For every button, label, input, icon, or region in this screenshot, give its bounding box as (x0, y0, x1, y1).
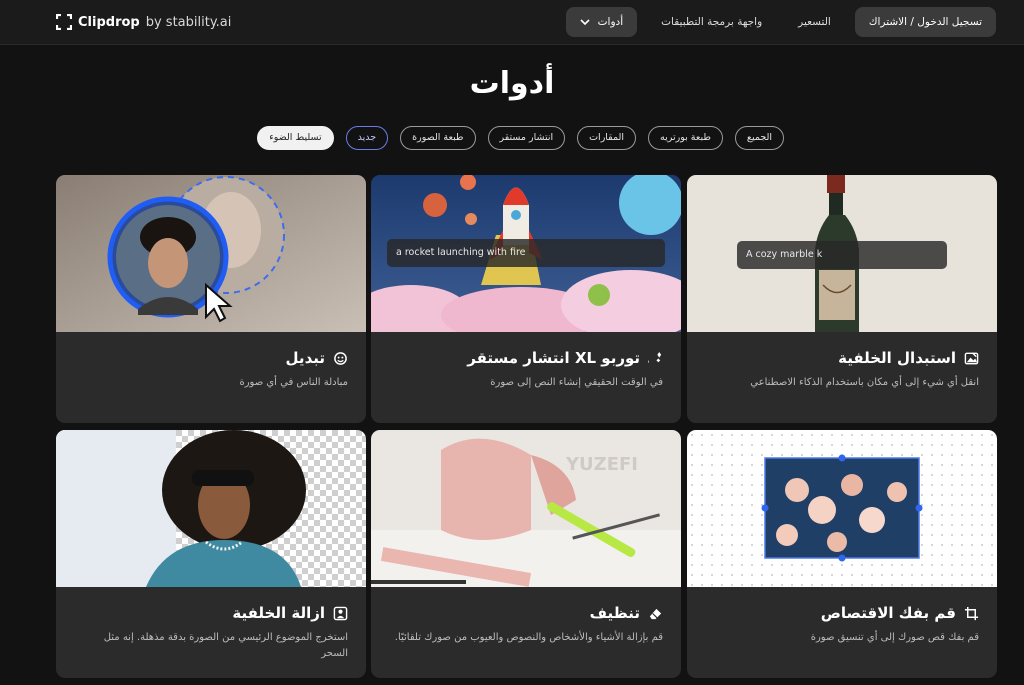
card-title: تنظيف (589, 604, 640, 622)
api-link[interactable]: واجهة برمجة التطبيقات (649, 16, 774, 28)
card-title: استبدال الخلفية (838, 349, 956, 367)
filter-all[interactable]: الجميع (734, 126, 784, 150)
prompt-text-box: A cozy marble k (737, 241, 947, 269)
top-navbar: Clipdrop by stability.ai تسجيل الدخول / … (0, 0, 1024, 45)
eraser-icon (649, 608, 662, 619)
card-description: في الوقت الحقيقي إنشاء النص إلى صورة (490, 377, 663, 388)
main-nav: تسجيل الدخول / الاشتراك التسعير واجهة بر… (565, 7, 996, 37)
tool-card-swap[interactable]: تبديل مبادلة الناس في أي صورة (56, 175, 366, 423)
tool-card-remove-background[interactable]: ازالة الخلفية استخرج الموضوع الرئيسي من … (56, 430, 366, 678)
card-title: تبديل (285, 349, 325, 367)
login-signup-button[interactable]: تسجيل الدخول / الاشتراك (854, 7, 996, 37)
tool-card-replace-background[interactable]: A cozy marble k استبدال الخلفية انقل أي … (687, 175, 997, 423)
card-description: قم بإزالة الأشياء والأشخاص والنصوص والعي… (394, 632, 663, 643)
card-title: قم بفك الاقتصاص (820, 604, 956, 622)
filter-spotlight[interactable]: تسليط الضوء (257, 126, 334, 150)
filter-new[interactable]: جديد (345, 126, 389, 150)
prompt-text-box: a rocket launching with fire (387, 239, 665, 267)
tools-dropdown-label: أدوات (597, 16, 624, 28)
filter-portrait[interactable]: طبعة بورتريه (648, 126, 723, 150)
replace-background-icon (964, 351, 979, 364)
brand-byline: by stability.ai (145, 14, 232, 30)
card-description: انقل أي شيء إلى أي مكان باستخدام الذكاء … (750, 377, 979, 388)
filter-image-edit[interactable]: طبعة الصورة (400, 126, 476, 150)
cleanup-preview-image: YUZEFI (371, 430, 681, 587)
brand-name: Clipdrop (78, 14, 140, 30)
remove-background-icon (333, 606, 348, 620)
tools-dropdown[interactable]: أدوات (565, 7, 638, 37)
page-title: أدوات (469, 66, 555, 101)
remove-background-preview-image (56, 430, 366, 587)
svg-text:A: A (648, 354, 650, 365)
text-to-image-icon: A (648, 351, 662, 365)
face-swap-icon (334, 351, 347, 365)
uncrop-preview-image (687, 430, 997, 587)
svg-text:YUZEFI: YUZEFI (565, 454, 638, 475)
card-description: مبادلة الناس في أي صورة (239, 377, 348, 388)
brand-logo[interactable]: Clipdrop by stability.ai (56, 11, 231, 33)
card-title: ازالة الخلفية (232, 604, 325, 622)
chevron-down-icon (580, 18, 590, 25)
card-title: توربو XL انتشار مستقر (467, 349, 640, 367)
prompt-text: A cozy marble k (746, 249, 823, 260)
tool-card-sdxl-turbo[interactable]: a rocket launching with fire A توربو XL … (371, 175, 681, 423)
prompt-text: a rocket launching with fire (396, 247, 526, 258)
filter-stable-diffusion[interactable]: انتشار مستقر (487, 126, 566, 150)
tool-card-uncrop[interactable]: قم بفك الاقتصاص قم بفك قص صورك إلى أي تن… (687, 430, 997, 678)
category-filters: الجميع طبعة بورتريه المقارات انتشار مستق… (257, 126, 784, 150)
card-description: استخرج الموضوع الرئيسي من الصورة بدقة مذ… (103, 632, 348, 659)
card-description: قم بفك قص صورك إلى أي تنسيق صورة (810, 632, 979, 643)
filter-comparisons[interactable]: المقارات (577, 126, 637, 150)
tool-card-cleanup[interactable]: YUZEFI تنظيف قم بإزالة الأشياء والأشخاص … (371, 430, 681, 678)
swap-preview-image (56, 175, 366, 332)
clipdrop-logo-icon (56, 14, 72, 30)
pricing-link[interactable]: التسعير (786, 16, 843, 28)
uncrop-icon (964, 606, 979, 620)
